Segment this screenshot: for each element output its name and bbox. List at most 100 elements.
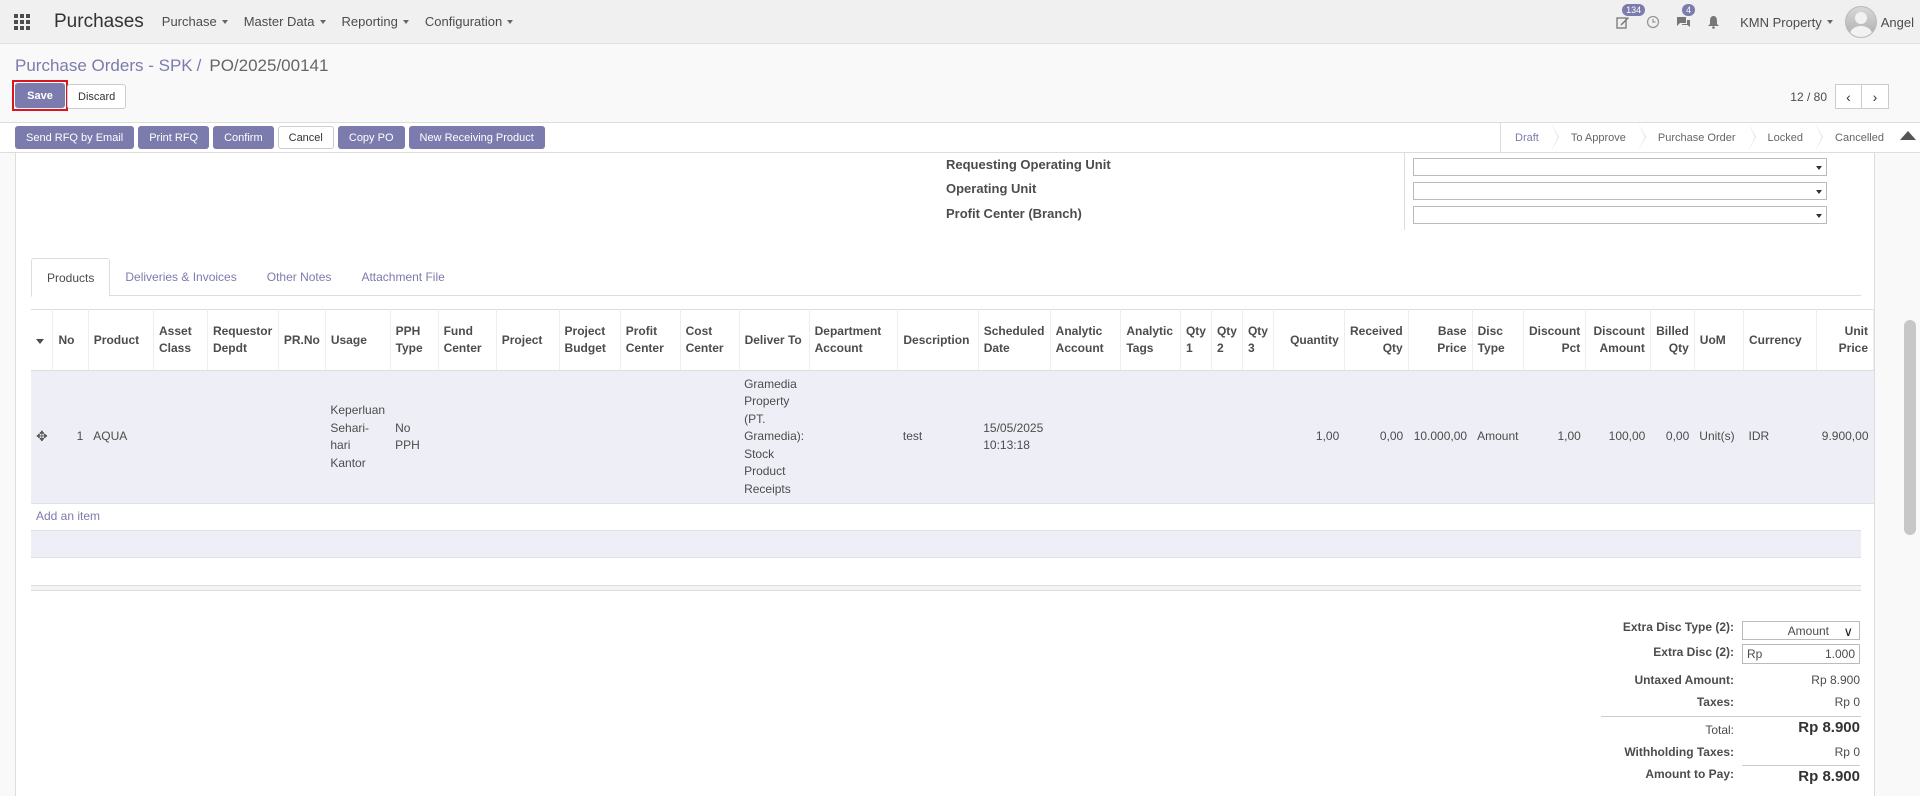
- column-header[interactable]: Received Qty: [1344, 309, 1409, 371]
- pager-previous-button[interactable]: ‹: [1835, 84, 1862, 109]
- column-header[interactable]: Description: [897, 309, 979, 371]
- discard-button[interactable]: Discard: [67, 84, 127, 109]
- user-avatar[interactable]: [1844, 6, 1877, 38]
- column-header[interactable]: Usage: [325, 309, 391, 371]
- column-header[interactable]: Discount Pct: [1523, 309, 1587, 371]
- menu-purchase[interactable]: Purchase: [162, 14, 228, 29]
- profit-center-label: Profit Center (Branch): [946, 206, 1082, 221]
- save-button[interactable]: Save: [15, 83, 65, 108]
- taxes-label: Taxes:: [1696, 695, 1734, 709]
- clock-icon[interactable]: [1638, 0, 1668, 44]
- order-lines-table: No Product Asset Class Requestor Depdt P…: [31, 309, 1874, 504]
- messages-icon[interactable]: 4: [1668, 0, 1698, 44]
- operating-unit-label: Operating Unit: [946, 181, 1037, 196]
- column-header[interactable]: Requestor Depdt: [207, 309, 279, 371]
- pager: 12 / 80 ‹ ›: [1790, 84, 1889, 109]
- confirm-button[interactable]: Confirm: [213, 126, 274, 149]
- table-cell: [620, 370, 681, 504]
- caret-down-icon: [507, 19, 514, 24]
- column-header[interactable]: Billed Qty: [1650, 309, 1695, 371]
- column-header[interactable]: Fund Center: [438, 309, 497, 371]
- table-row[interactable]: ✥ 1 AQUA Keperluan Sehari-hari Kantor No…: [31, 370, 1874, 504]
- column-header[interactable]: Scheduled Date: [978, 309, 1051, 371]
- table-cell: 0,00: [1650, 370, 1695, 504]
- table-cell: [496, 370, 560, 504]
- breadcrumb-parent-link[interactable]: Purchase Orders - SPK: [15, 56, 193, 76]
- tab-attachment-file[interactable]: Attachment File: [346, 258, 459, 296]
- stage-cancelled[interactable]: Cancelled: [1815, 123, 1896, 152]
- column-header[interactable]: Unit Price: [1816, 309, 1874, 371]
- print-rfq-button[interactable]: Print RFQ: [138, 126, 210, 149]
- column-header[interactable]: Disc Type: [1472, 309, 1524, 371]
- column-header[interactable]: Analytic Tags: [1120, 309, 1181, 371]
- column-header[interactable]: Profit Center: [620, 309, 681, 371]
- send-rfq-by-email-button[interactable]: Send RFQ by Email: [15, 126, 135, 149]
- menu-configuration-label: Configuration: [424, 14, 503, 29]
- extra-disc-label: Extra Disc (2):: [1653, 645, 1734, 659]
- withholding-taxes-label: Withholding Taxes:: [1624, 745, 1734, 759]
- vertical-scrollbar[interactable]: [1904, 320, 1916, 535]
- stage-purchase-order[interactable]: Purchase Order: [1638, 123, 1756, 152]
- column-header[interactable]: Currency: [1743, 309, 1818, 371]
- breadcrumb-separator: /: [196, 56, 202, 75]
- column-header[interactable]: Cost Center: [680, 309, 740, 371]
- stage-locked[interactable]: Locked: [1748, 123, 1824, 152]
- menu-reporting[interactable]: Reporting: [342, 14, 409, 29]
- add-an-item-link[interactable]: Add an item: [36, 509, 100, 523]
- profit-center-select[interactable]: [1413, 206, 1827, 224]
- drag-handle-icon[interactable]: ✥: [31, 370, 53, 504]
- column-header[interactable]: UoM: [1694, 309, 1745, 371]
- column-header[interactable]: Quantity: [1273, 309, 1345, 371]
- column-header[interactable]: Discount Amount: [1585, 309, 1651, 371]
- stage-draft[interactable]: Draft: [1501, 123, 1559, 152]
- column-header[interactable]: Department Account: [809, 309, 899, 371]
- requesting-operating-unit-select[interactable]: [1413, 158, 1827, 176]
- column-header[interactable]: PPH Type: [390, 309, 439, 371]
- new-receiving-product-button[interactable]: New Receiving Product: [408, 126, 545, 149]
- table-cell: [1180, 370, 1212, 504]
- stage-to-approve[interactable]: To Approve: [1551, 123, 1646, 152]
- extra-disc-type-select[interactable]: Amount ∨: [1742, 621, 1860, 640]
- column-header[interactable]: Base Price: [1408, 309, 1473, 371]
- menu-configuration[interactable]: Configuration: [424, 14, 514, 29]
- tab-other-notes[interactable]: Other Notes: [252, 258, 347, 296]
- caret-down-icon: [402, 19, 409, 24]
- user-name[interactable]: Angel: [1881, 15, 1914, 30]
- pager-value[interactable]: 12 / 80: [1790, 90, 1827, 104]
- company-label: KMN Property: [1740, 14, 1822, 30]
- copy-po-button[interactable]: Copy PO: [337, 126, 405, 149]
- table-cell: IDR: [1743, 370, 1817, 504]
- column-header[interactable]: PR.No: [278, 309, 326, 371]
- tab-products[interactable]: Products: [31, 258, 111, 297]
- column-header[interactable]: Analytic Account: [1050, 309, 1122, 371]
- caret-down-icon: [319, 19, 326, 24]
- column-header[interactable]: Project Budget: [559, 309, 621, 371]
- table-cell: AQUA: [88, 370, 154, 504]
- app-title[interactable]: Purchases: [54, 11, 144, 33]
- column-header[interactable]: Asset Class: [153, 309, 208, 371]
- messages-badge: 4: [1682, 4, 1696, 16]
- scroll-up-icon[interactable]: [1900, 131, 1916, 140]
- company-switcher[interactable]: KMN Property: [1740, 15, 1833, 30]
- activity-edit-icon[interactable]: 134: [1608, 0, 1646, 44]
- cancel-button[interactable]: Cancel: [277, 126, 334, 149]
- table-cell: [278, 370, 326, 504]
- tab-deliveries-invoices[interactable]: Deliveries & Invoices: [110, 258, 251, 296]
- sort-caret-icon[interactable]: [31, 309, 54, 371]
- column-header[interactable]: No: [52, 309, 89, 371]
- column-header[interactable]: Project: [496, 309, 560, 371]
- column-header[interactable]: Qty 1: [1180, 309, 1212, 371]
- column-header[interactable]: Qty 3: [1242, 309, 1274, 371]
- operating-unit-select[interactable]: [1413, 182, 1827, 200]
- menu-master-data[interactable]: Master Data: [244, 14, 326, 29]
- column-header[interactable]: Deliver To: [739, 309, 810, 371]
- bell-icon[interactable]: [1698, 0, 1728, 44]
- breadcrumb-current: PO/2025/00141: [209, 56, 329, 75]
- menu-purchase-label: Purchase: [161, 14, 217, 29]
- column-header[interactable]: Qty 2: [1211, 309, 1243, 371]
- table-cell: Gramedia Property (PT. Gramedia): Stock …: [739, 370, 810, 504]
- apps-menu-icon[interactable]: [0, 0, 44, 44]
- pager-next-button[interactable]: ›: [1862, 84, 1889, 109]
- extra-disc-input[interactable]: Rp 1.000: [1742, 644, 1860, 664]
- column-header[interactable]: Product: [88, 309, 155, 371]
